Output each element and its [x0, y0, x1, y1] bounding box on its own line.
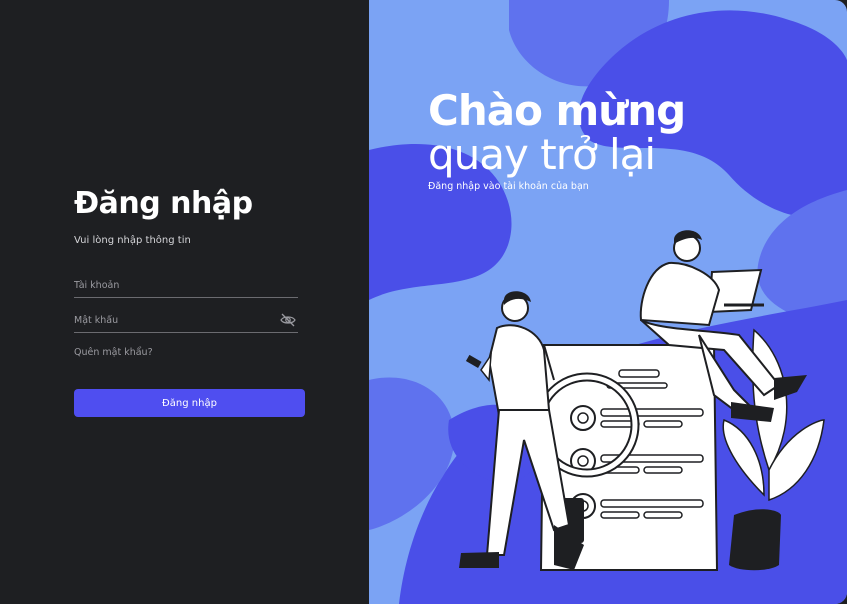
welcome-subtitle: Đăng nhập vào tài khoản của bạn [428, 181, 589, 192]
login-title: Đăng nhập [74, 186, 253, 221]
password-field-wrapper [74, 310, 298, 333]
username-input[interactable] [74, 275, 274, 295]
welcome-panel: Chào mừng quay trở lại Đăng nhập vào tài… [369, 0, 847, 604]
login-submit-button[interactable]: Đăng nhập [74, 389, 305, 417]
login-subtitle: Vui lòng nhập thông tin [74, 235, 191, 246]
forgot-password-link[interactable]: Quên mật khẩu? [74, 347, 153, 358]
welcome-heading-line2: quay trở lại [428, 130, 656, 179]
username-field-wrapper [74, 275, 298, 298]
eye-off-icon[interactable] [280, 312, 296, 327]
login-panel: Đăng nhập Vui lòng nhập thông tin Quên m… [0, 0, 369, 604]
password-input[interactable] [74, 310, 274, 330]
welcome-heading-line1: Chào mừng [428, 86, 686, 135]
